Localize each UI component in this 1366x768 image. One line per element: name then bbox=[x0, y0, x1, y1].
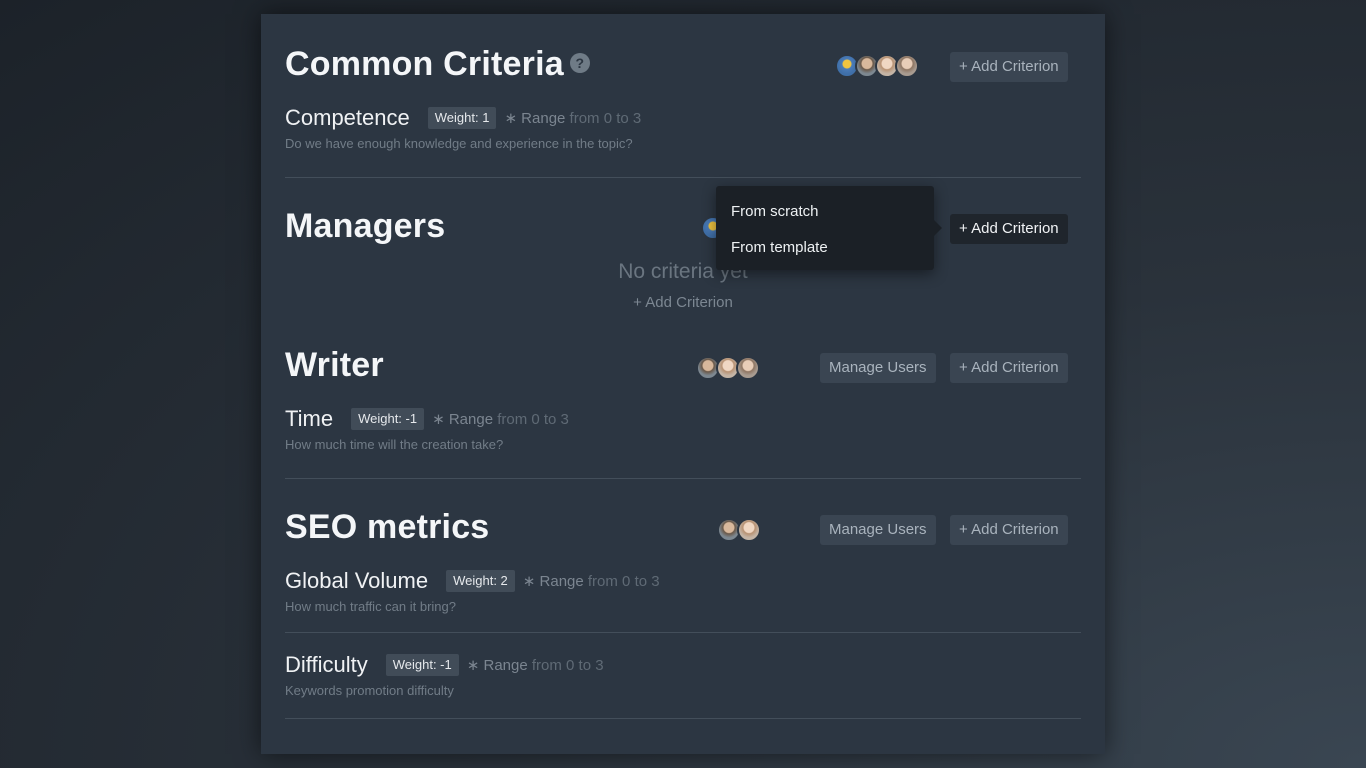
weight-badge: Weight: -1 bbox=[351, 408, 425, 430]
avatar bbox=[737, 518, 761, 542]
section-title: SEO metrics bbox=[285, 508, 490, 546]
manage-users-button[interactable]: Manage Users bbox=[820, 515, 936, 545]
weight-badge: Weight: -1 bbox=[385, 654, 459, 676]
section-seo-metrics: SEO metrics Manage Users + Add Criterion… bbox=[285, 507, 1081, 719]
criterion-description: Do we have enough knowledge and experien… bbox=[285, 136, 633, 151]
range-label: ∗ Range from 0 to 3 bbox=[432, 411, 569, 428]
section-title: Managers bbox=[285, 207, 446, 245]
criterion-row[interactable]: Competence Weight: 1 ∗ Range from 0 to 3… bbox=[285, 86, 1081, 178]
section-header: Managers + Add Criterion bbox=[285, 206, 1081, 256]
manage-users-button[interactable]: Manage Users bbox=[820, 353, 936, 383]
add-criterion-button[interactable]: + Add Criterion bbox=[950, 515, 1068, 545]
user-avatars[interactable] bbox=[717, 518, 761, 542]
help-icon[interactable]: ? bbox=[569, 53, 590, 74]
section-writer: Writer Manage Users + Add Criterion Time… bbox=[285, 345, 1081, 479]
avatar bbox=[895, 54, 919, 78]
criterion-description: Keywords promotion difficulty bbox=[285, 683, 454, 698]
criterion-row[interactable]: Difficulty Weight: -1 ∗ Range from 0 to … bbox=[285, 633, 1081, 719]
criterion-name: Difficulty bbox=[285, 652, 368, 677]
user-avatars[interactable] bbox=[696, 356, 760, 380]
user-avatars[interactable] bbox=[835, 54, 919, 78]
criterion-description: How much traffic can it bring? bbox=[285, 599, 456, 614]
criterion-row[interactable]: Time Weight: -1 ∗ Range from 0 to 3 How … bbox=[285, 387, 1081, 479]
section-common-criteria: Common Criteria? + Add Criterion Compete… bbox=[285, 44, 1081, 178]
avatar bbox=[736, 356, 760, 380]
add-criterion-button[interactable]: + Add Criterion bbox=[950, 52, 1068, 82]
criterion-description: How much time will the creation take? bbox=[285, 437, 504, 452]
empty-add-criterion-link[interactable]: + Add Criterion bbox=[285, 294, 1081, 311]
section-title: Writer bbox=[285, 346, 384, 384]
criterion-name: Time bbox=[285, 406, 334, 431]
criterion-row[interactable]: Global Volume Weight: 2 ∗ Range from 0 t… bbox=[285, 549, 1081, 633]
dropdown-item-from-template[interactable]: From template bbox=[716, 234, 934, 270]
empty-state: No criteria yet + Add Criterion bbox=[285, 260, 1081, 311]
add-criterion-dropdown: From scratch From template bbox=[716, 186, 942, 270]
criterion-name: Global Volume bbox=[285, 568, 429, 593]
criterion-name: Competence bbox=[285, 105, 410, 130]
section-title: Common Criteria? bbox=[285, 44, 590, 84]
range-label: ∗ Range from 0 to 3 bbox=[504, 110, 642, 127]
section-managers: Managers + Add Criterion No criteria yet… bbox=[285, 206, 1081, 311]
range-label: ∗ Range from 0 to 3 bbox=[522, 573, 660, 590]
add-criterion-button[interactable]: + Add Criterion bbox=[950, 214, 1068, 244]
add-criterion-button[interactable]: + Add Criterion bbox=[950, 353, 1068, 383]
weight-badge: Weight: 2 bbox=[446, 570, 515, 592]
criteria-panel: Common Criteria? + Add Criterion Compete… bbox=[261, 14, 1105, 754]
range-label: ∗ Range from 0 to 3 bbox=[466, 657, 604, 674]
empty-title: No criteria yet bbox=[618, 260, 748, 283]
dropdown-item-from-scratch[interactable]: From scratch bbox=[716, 198, 934, 234]
weight-badge: Weight: 1 bbox=[427, 107, 497, 129]
